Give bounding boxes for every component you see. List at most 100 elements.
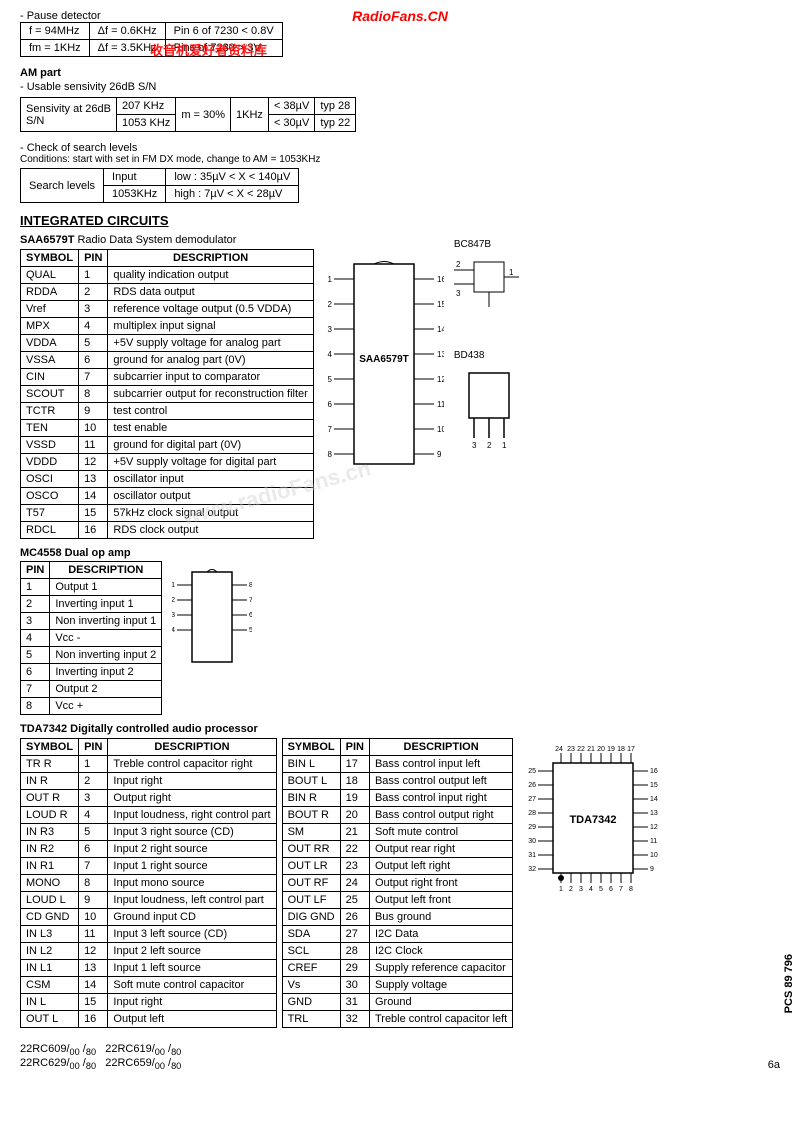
integrated-circuits-title: INTEGRATED CIRCUITS [20,213,780,228]
table-cell: 4 [79,318,108,335]
svg-text:16: 16 [650,768,658,775]
table-row: OUT LF25Output left front [282,892,513,909]
tda-col-desc: DESCRIPTION [108,739,276,756]
mc4558-desc: Dual op amp [65,547,131,559]
svg-text:16: 16 [437,275,444,284]
svg-text:8: 8 [249,582,252,589]
table-row: LOUD L9Input loudness, left control part [21,892,277,909]
col-symbol: SYMBOL [21,250,79,267]
mc4558-table: PIN DESCRIPTION 1Output 12Inverting inpu… [20,561,162,715]
svg-text:3: 3 [327,325,332,334]
table-cell: BOUT L [282,773,340,790]
table-row: VDDA5+5V supply voltage for analog part [21,335,314,352]
svg-text:12: 12 [650,824,658,831]
search-levels-section: - Check of search levels Conditions: sta… [20,142,780,203]
usable-label: - Usable sensivity 26dB S/N [20,81,780,93]
table-cell: 6 [79,841,108,858]
tda7342-left-table: SYMBOL PIN DESCRIPTION TR R1Treble contr… [20,738,277,1028]
table-cell: +5V supply voltage for analog part [108,335,313,352]
svg-text:3: 3 [472,441,477,450]
table-cell: 32 [340,1011,369,1028]
table-cell: 8 [21,698,50,715]
table-cell: Treble control capacitor left [369,1011,512,1028]
svg-text:26: 26 [528,782,536,789]
table-cell: Inverting input 2 [50,664,162,681]
table-row: TR R1Treble control capacitor right [21,756,277,773]
pause-row1-col1: f = 94MHz [21,23,90,40]
table-row: BOUT R20Bass control output right [282,807,513,824]
tda7342-right-table: SYMBOL PIN DESCRIPTION BIN L17Bass contr… [282,738,514,1028]
svg-text:4: 4 [172,627,175,634]
svg-text:19: 19 [607,746,615,753]
table-row: IN L15Input right [21,994,277,1011]
radiofans-title: RadioFans.CN [200,8,600,24]
table-cell: Inverting input 1 [50,596,162,613]
svg-text:3: 3 [456,289,461,298]
table-cell: SCL [282,943,340,960]
table-cell: ground for digital part (0V) [108,437,313,454]
table-row: 6Inverting input 2 [21,664,162,681]
table-cell: 5 [79,824,108,841]
low-range: low : 35µV < X < 140µV [166,169,299,186]
svg-text:2: 2 [456,260,461,269]
table-cell: 25 [340,892,369,909]
table-cell: test control [108,403,313,420]
table-cell: OUT LR [282,858,340,875]
table-cell: IN L2 [21,943,79,960]
table-cell: DIG GND [282,909,340,926]
table-row: Vs30Supply voltage [282,977,513,994]
table-cell: Input loudness, left control part [108,892,276,909]
table-cell: VDDD [21,454,79,471]
table-row: 5Non inverting input 2 [21,647,162,664]
table-row: GND31Ground [282,994,513,1011]
svg-text:24: 24 [555,746,563,753]
table-row: 7Output 2 [21,681,162,698]
table-cell: 19 [340,790,369,807]
bd438-svg: 3 2 1 [454,363,524,463]
table-cell: 1 [79,267,108,284]
bc847b-svg: 2 3 1 [454,252,524,342]
table-row: Search levels Input low : 35µV < X < 140… [21,169,299,186]
table-cell: BOUT R [282,807,340,824]
svg-text:1: 1 [172,582,175,589]
svg-text:30: 30 [528,838,536,845]
table-row: OUT R3Output right [21,790,277,807]
table-cell: Vref [21,301,79,318]
bd438-label: BD438 [454,350,524,361]
freq-1053: 1053 KHz [117,115,176,132]
table-cell: IN L1 [21,960,79,977]
svg-text:17: 17 [627,746,635,753]
table-cell: 22 [340,841,369,858]
table-header-row: PIN DESCRIPTION [21,562,162,579]
table-cell: Output rear right [369,841,512,858]
table-row: RDDA2RDS data output [21,284,314,301]
saa6579t-diagram: SAA6579T 1 2 [324,254,444,474]
val-38uv: < 38µV [268,98,314,115]
table-row: SM21Soft mute control [282,824,513,841]
table-row: TCTR9test control [21,403,314,420]
table-cell: 11 [79,926,108,943]
table-cell: Input 2 right source [108,841,276,858]
table-cell: 26 [340,909,369,926]
svg-text:11: 11 [437,400,444,409]
table-cell: Input 3 left source (CD) [108,926,276,943]
high-range: high : 7µV < X < 28µV [166,186,299,203]
table-cell: RDCL [21,522,79,539]
conditions-text: Conditions: start with set in FM DX mode… [20,154,780,165]
table-cell: 30 [340,977,369,994]
table-cell: 1 [79,756,108,773]
tda7342-desc: Digitally controlled audio processor [70,723,258,735]
sensivity-label: Sensivity at 26dBS/N [21,98,117,132]
svg-text:6: 6 [609,886,613,893]
input-label: Input [104,169,166,186]
table-row: SCOUT8subcarrier output for reconstructi… [21,386,314,403]
svg-text:18: 18 [617,746,625,753]
table-cell: OSCI [21,471,79,488]
table-cell: Soft mute control capacitor [108,977,276,994]
table-cell: oscillator input [108,471,313,488]
modulation: m = 30% [176,98,231,132]
svg-text:15: 15 [650,782,658,789]
table-cell: Output left [108,1011,276,1028]
table-cell: RDS clock output [108,522,313,539]
svg-text:10: 10 [650,852,658,859]
